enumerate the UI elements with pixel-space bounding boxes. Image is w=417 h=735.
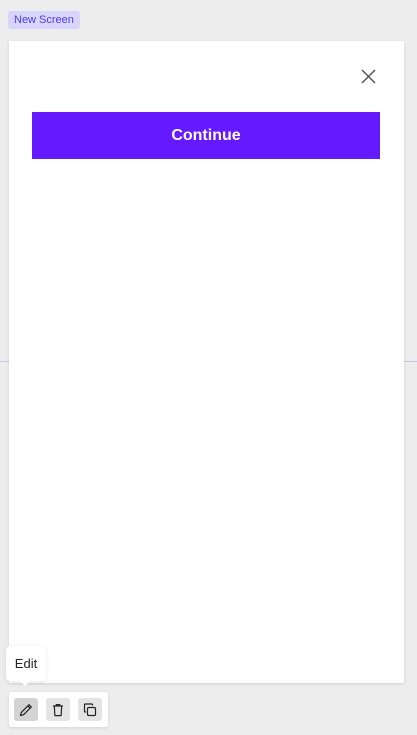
- duplicate-button[interactable]: [78, 698, 102, 721]
- delete-button[interactable]: [46, 698, 70, 721]
- trash-icon: [53, 703, 63, 716]
- screen-frame[interactable]: Continue: [9, 41, 404, 683]
- copy-icon: [83, 702, 97, 716]
- element-action-bar: [9, 692, 108, 727]
- screen-name-tag[interactable]: New Screen: [8, 11, 80, 29]
- close-icon: [360, 68, 376, 84]
- edit-tooltip: Edit: [6, 646, 46, 681]
- pencil-icon: [19, 703, 32, 716]
- edit-button[interactable]: [14, 698, 38, 721]
- close-button[interactable]: [359, 67, 377, 85]
- tooltip-arrow: [20, 681, 30, 686]
- continue-button[interactable]: Continue: [32, 112, 380, 159]
